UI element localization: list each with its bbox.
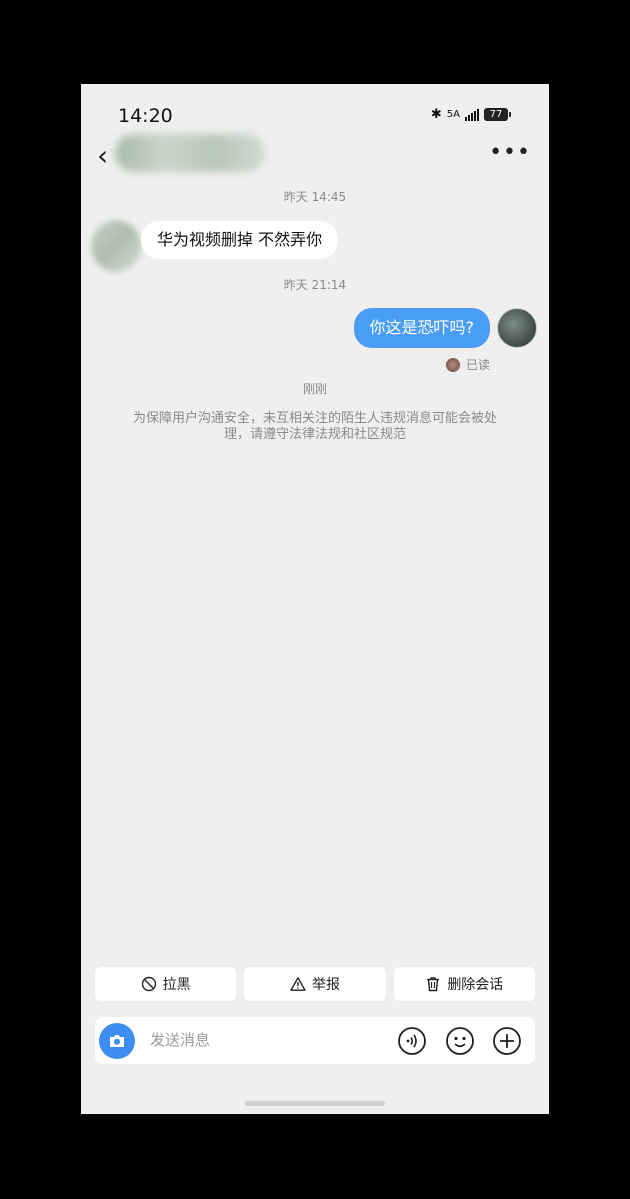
camera-button[interactable] <box>99 1023 135 1059</box>
timestamp: 刚刚 <box>302 382 327 396</box>
status-time: 14:20 <box>118 105 173 127</box>
status-icons: ✱ 5A 77 <box>431 107 511 122</box>
timestamp: 昨天 21:14 <box>283 278 347 292</box>
warning-icon <box>290 977 306 991</box>
network-label: 5A <box>446 109 460 120</box>
timestamp: 昨天 14:45 <box>283 190 347 204</box>
camera-icon <box>110 1035 124 1047</box>
report-button[interactable]: 举报 <box>244 967 386 1001</box>
message-input[interactable]: 发送消息 <box>150 1017 210 1064</box>
voice-icon[interactable] <box>397 1026 427 1056</box>
trash-icon <box>427 977 440 992</box>
block-label: 拉黑 <box>162 977 191 993</box>
sent-message[interactable]: 你这是恐吓吗? <box>353 308 490 348</box>
block-button[interactable]: 拉黑 <box>95 967 237 1001</box>
my-avatar[interactable] <box>497 308 537 348</box>
reader-avatar-icon <box>445 357 460 372</box>
contact-avatar[interactable] <box>91 220 141 272</box>
contact-name-blurred[interactable] <box>115 134 265 172</box>
chevron-left-icon[interactable]: ‹ <box>97 142 108 170</box>
battery-level: 77 <box>484 108 508 121</box>
safety-notice: 为保障用户沟通安全，未互相关注的陌生人违规消息可能会被处理，请遵守法律法规和社区… <box>132 411 497 442</box>
plus-icon[interactable] <box>492 1026 522 1056</box>
action-bar: 拉黑 举报 删除会话 <box>95 967 535 1001</box>
block-icon <box>141 976 156 992</box>
received-message[interactable]: 华为视频删掉 不然弄你 <box>141 221 339 259</box>
battery-icon: 77 <box>484 108 511 121</box>
delete-label: 删除会话 <box>447 977 504 993</box>
delete-conversation-button[interactable]: 删除会话 <box>393 967 535 1001</box>
read-receipt: 已读 <box>445 356 490 373</box>
emoji-icon[interactable] <box>445 1026 475 1056</box>
read-label: 已读 <box>465 358 490 372</box>
report-label: 举报 <box>311 977 340 993</box>
more-icon[interactable]: ••• <box>489 142 531 164</box>
signal-icon <box>465 108 479 121</box>
phone-screen: 14:20 ✱ 5A 77 ‹ ••• 昨天 14:45 华为视频删掉 不然弄你… <box>81 84 549 1114</box>
message-input-bar: 发送消息 <box>95 1017 535 1064</box>
bluetooth-icon: ✱ <box>430 107 442 122</box>
home-indicator[interactable] <box>245 1101 385 1106</box>
